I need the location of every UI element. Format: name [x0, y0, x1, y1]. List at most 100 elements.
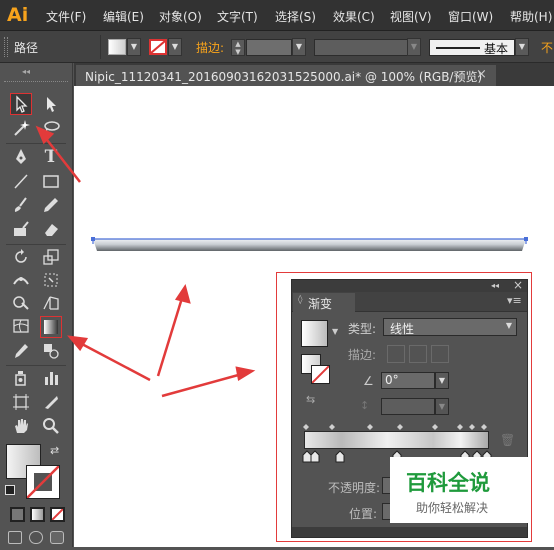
panel-menu-icon[interactable]: ▾≡	[507, 294, 522, 307]
document-tab[interactable]: Nipic_11120341_20160903162031525000.ai* …	[76, 65, 496, 86]
stroke-color-box[interactable]	[26, 465, 60, 499]
color-mode-icon[interactable]	[10, 507, 25, 522]
scale-tool-icon[interactable]	[40, 247, 62, 269]
perspective-grid-tool-icon[interactable]	[40, 293, 62, 315]
angle-icon: ∠	[363, 374, 374, 388]
panel-tab-arrows-icon: ◊	[298, 295, 303, 305]
stroke-weight-stepper[interactable]: ▲ ▼	[231, 39, 245, 56]
column-graph-tool-icon[interactable]	[40, 368, 62, 390]
variable-width-profile[interactable]	[314, 39, 408, 56]
gradient-swatch[interactable]	[301, 320, 328, 347]
width-tool-icon[interactable]	[10, 270, 32, 292]
pencil-tool-icon[interactable]	[40, 195, 62, 217]
control-bar-grip[interactable]	[4, 37, 8, 57]
menu-object[interactable]: 对象(O)	[159, 8, 202, 25]
line-segment-tool-icon[interactable]	[10, 171, 32, 193]
gradient-tool-icon[interactable]	[40, 316, 62, 338]
rotate-tool-icon[interactable]	[10, 247, 32, 269]
stroke-dropdown[interactable]: ▼	[168, 38, 182, 56]
opacity-label[interactable]: 不	[541, 39, 553, 56]
gradient-type-select[interactable]: 线性 ▼	[383, 318, 517, 336]
artboard-tool-icon[interactable]	[10, 392, 32, 414]
menu-view[interactable]: 视图(V)	[390, 8, 432, 25]
close-tab-icon[interactable]: ×	[476, 67, 487, 82]
stroke-within-icon[interactable]	[387, 345, 405, 363]
menu-select[interactable]: 选择(S)	[275, 8, 316, 25]
divider	[100, 35, 101, 59]
blend-tool-icon[interactable]	[40, 341, 62, 363]
document-tab-title: Nipic_11120341_20160903162031525000.ai* …	[85, 70, 483, 84]
aspect-ratio-input[interactable]	[381, 398, 435, 415]
menu-window[interactable]: 窗口(W)	[448, 8, 493, 25]
screen-mode-icon[interactable]	[50, 531, 64, 544]
selected-gradient-bar[interactable]	[91, 236, 528, 254]
mesh-tool-icon[interactable]	[10, 316, 32, 338]
stroke-weight-dropdown[interactable]: ▼	[292, 38, 306, 56]
menu-file[interactable]: 文件(F)	[46, 8, 86, 25]
magic-wand-tool-icon[interactable]	[10, 118, 32, 140]
slice-tool-icon[interactable]	[40, 392, 62, 414]
delete-stop-icon[interactable]: 🗑	[500, 433, 515, 447]
variable-width-dropdown[interactable]: ▼	[407, 38, 421, 56]
app-logo: Ai	[7, 4, 29, 26]
stroke-swatch[interactable]	[149, 39, 167, 55]
aspect-ratio-dropdown-icon[interactable]: ▼	[435, 398, 449, 415]
stroke-across-icon[interactable]	[431, 345, 449, 363]
gradient-mode-icon[interactable]	[30, 507, 45, 522]
fill-dropdown[interactable]: ▼	[127, 38, 141, 56]
gradient-swatch-dropdown-icon[interactable]: ▼	[332, 327, 338, 336]
panel-tab-gradient[interactable]: ◊ 渐变	[293, 293, 355, 312]
rectangle-tool-icon[interactable]	[40, 171, 62, 193]
menu-edit[interactable]: 编辑(E)	[103, 8, 144, 25]
gradient-slider[interactable]	[304, 431, 489, 449]
eyedropper-tool-icon[interactable]	[10, 341, 32, 363]
gradient-type-dropdown-icon[interactable]: ▼	[506, 321, 512, 330]
brush-dropdown[interactable]: ▼	[515, 38, 529, 56]
location-field-label: 位置:	[349, 507, 378, 521]
blob-brush-tool-icon[interactable]	[10, 219, 32, 241]
draw-behind-icon[interactable]	[29, 531, 43, 544]
watermark-badge: 百科全说 助你轻松解决	[390, 457, 528, 523]
lasso-tool-icon[interactable]	[40, 118, 62, 140]
opacity-field-label: 不透明度:	[328, 481, 381, 495]
angle-value: 0°	[385, 373, 399, 387]
free-transform-tool-icon[interactable]	[40, 270, 62, 292]
shape-builder-tool-icon[interactable]	[10, 293, 32, 315]
angle-input[interactable]: 0°	[381, 372, 435, 389]
fill-swatch[interactable]	[108, 39, 126, 55]
panel-stroke-box[interactable]	[311, 365, 330, 384]
hand-tool-icon[interactable]	[10, 416, 32, 438]
symbol-sprayer-tool-icon[interactable]	[10, 368, 32, 390]
selection-tool-icon[interactable]	[10, 93, 32, 115]
panel-footer	[292, 527, 527, 537]
panel-collapse-icon[interactable]: ◂◂	[491, 281, 499, 290]
stroke-along-icon[interactable]	[409, 345, 427, 363]
stroke-weight-input[interactable]	[246, 39, 292, 56]
default-colors-icon[interactable]	[5, 485, 15, 495]
angle-dropdown-icon[interactable]: ▼	[435, 372, 449, 389]
menu-help[interactable]: 帮助(H)	[510, 8, 552, 25]
direct-selection-tool-icon[interactable]	[40, 94, 62, 116]
brush-definition[interactable]: 基本	[429, 39, 515, 56]
eraser-tool-icon[interactable]	[40, 219, 62, 241]
draw-normal-icon[interactable]	[8, 531, 22, 544]
toolbox-collapse-icon[interactable]: ◂◂	[22, 67, 30, 76]
menu-type[interactable]: 文字(T)	[217, 8, 258, 25]
panel-close-icon[interactable]: ×	[513, 278, 523, 292]
reverse-gradient-icon[interactable]: ⇆	[306, 393, 315, 406]
brush-label: 基本	[484, 42, 509, 56]
pen-tool-icon[interactable]	[10, 147, 32, 169]
swap-fill-stroke-icon[interactable]: ⇄	[50, 444, 59, 457]
type-tool-icon[interactable]: T	[40, 147, 62, 169]
zoom-tool-icon[interactable]	[40, 416, 62, 438]
paintbrush-tool-icon[interactable]	[10, 195, 32, 217]
stroke-label[interactable]: 描边:	[196, 39, 224, 56]
tool-separator	[6, 244, 66, 245]
toolbox-grip[interactable]	[4, 81, 68, 83]
watermark-subtitle: 助你轻松解决	[416, 501, 489, 515]
menu-effect[interactable]: 效果(C)	[333, 8, 375, 25]
none-mode-icon[interactable]	[50, 507, 65, 522]
control-bar: 路径 ▼ ▼ 描边: ▲ ▼ ▼ ▼ 基本 ▼ 不	[0, 31, 554, 63]
tool-separator	[6, 143, 66, 144]
gradient-midpoints	[300, 421, 500, 430]
